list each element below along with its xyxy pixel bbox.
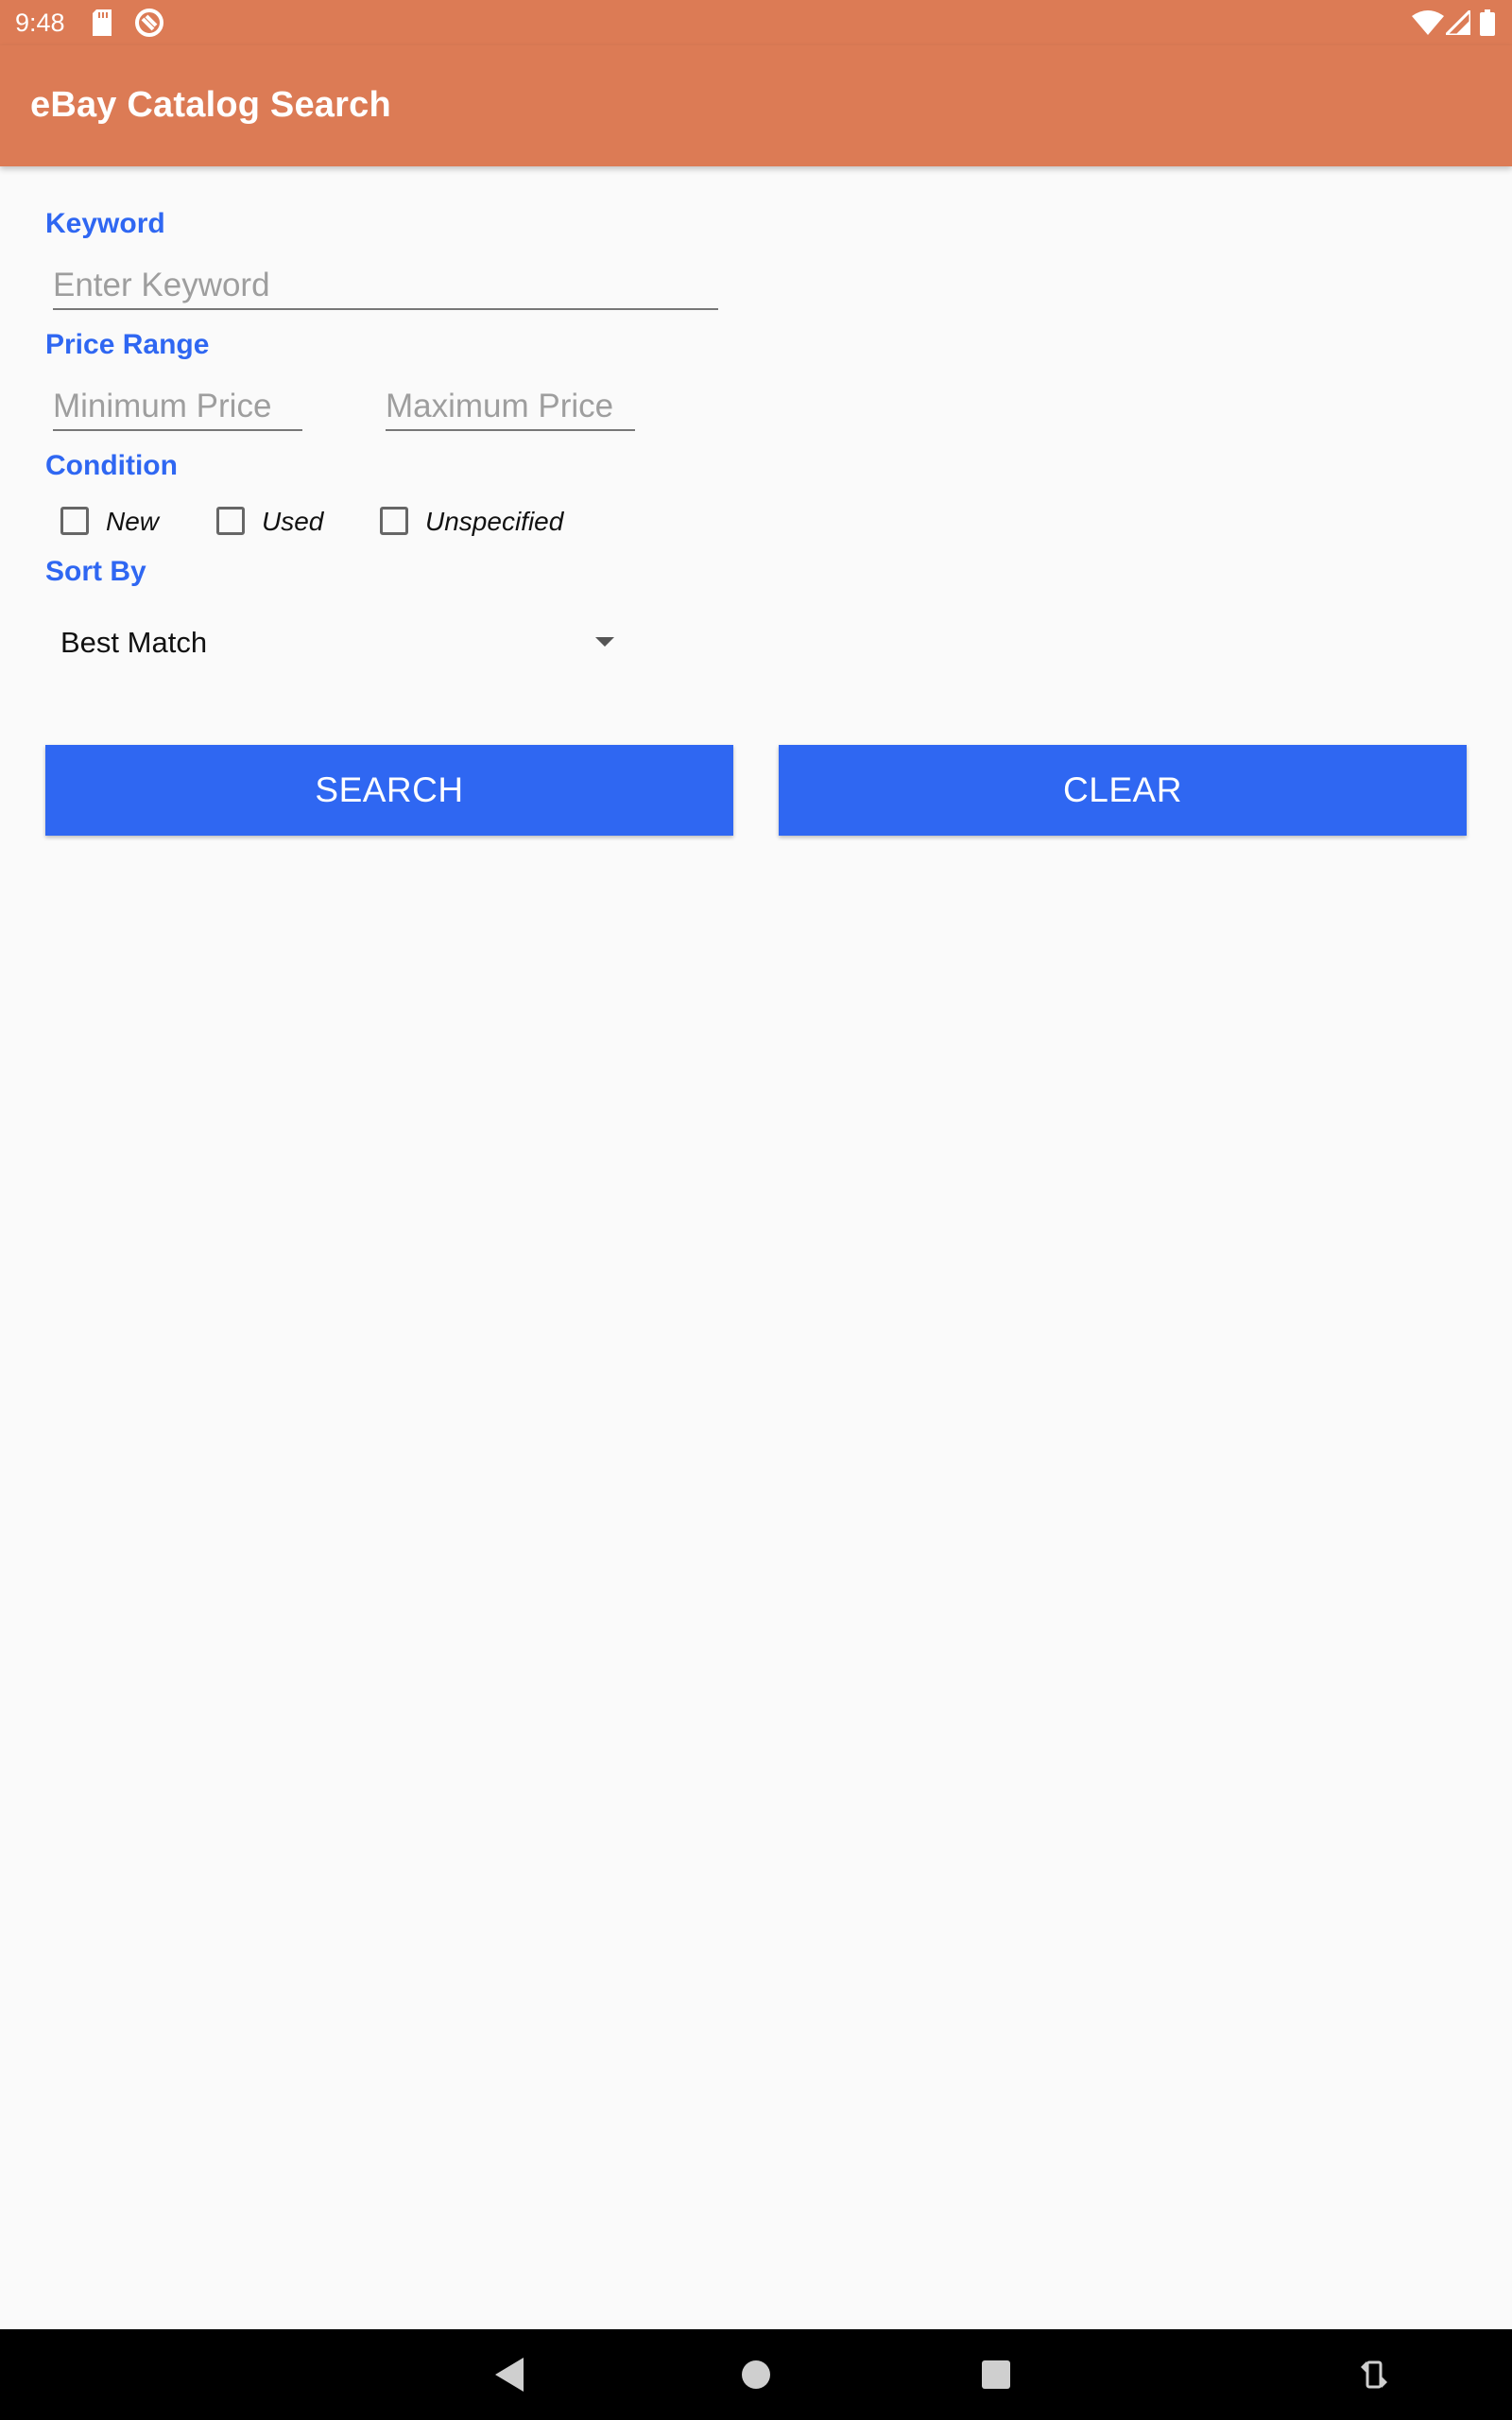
app-title: eBay Catalog Search [30, 85, 391, 125]
back-icon[interactable] [495, 2358, 525, 2396]
battery-icon [1480, 9, 1495, 41]
checkbox-unspecified-label[interactable]: Unspecified [425, 507, 563, 537]
home-icon[interactable] [741, 2360, 771, 2394]
checkbox-used[interactable] [216, 507, 245, 535]
status-time: 9:48 [15, 9, 65, 37]
clear-button[interactable]: CLEAR [779, 745, 1467, 836]
dropdown-arrow-icon [595, 637, 614, 647]
checkbox-new[interactable] [60, 507, 89, 535]
wifi-icon [1412, 10, 1444, 40]
min-price-input[interactable] [53, 384, 302, 431]
search-button[interactable]: SEARCH [45, 745, 733, 836]
sort-by-dropdown[interactable]: Best Match [45, 605, 631, 681]
sort-by-value: Best Match [60, 626, 208, 659]
sd-card-icon [91, 9, 113, 42]
checkbox-used-label[interactable]: Used [262, 507, 323, 537]
rotate-icon[interactable] [1361, 2358, 1387, 2396]
recents-icon[interactable] [982, 2360, 1010, 2394]
app-bar: eBay Catalog Search [0, 45, 1512, 166]
status-bar: 9:48 [0, 0, 1512, 45]
cell-signal-icon [1442, 7, 1472, 40]
sort-by-label: Sort By [45, 556, 146, 587]
max-price-input[interactable] [386, 384, 635, 431]
navigation-bar [0, 2329, 1512, 2420]
keyword-input[interactable] [53, 263, 718, 310]
sync-icon [134, 8, 164, 43]
checkbox-new-label[interactable]: New [106, 507, 159, 537]
condition-label: Condition [45, 450, 178, 481]
price-range-label: Price Range [45, 329, 210, 360]
keyword-label: Keyword [45, 208, 165, 239]
checkbox-unspecified[interactable] [380, 507, 408, 535]
